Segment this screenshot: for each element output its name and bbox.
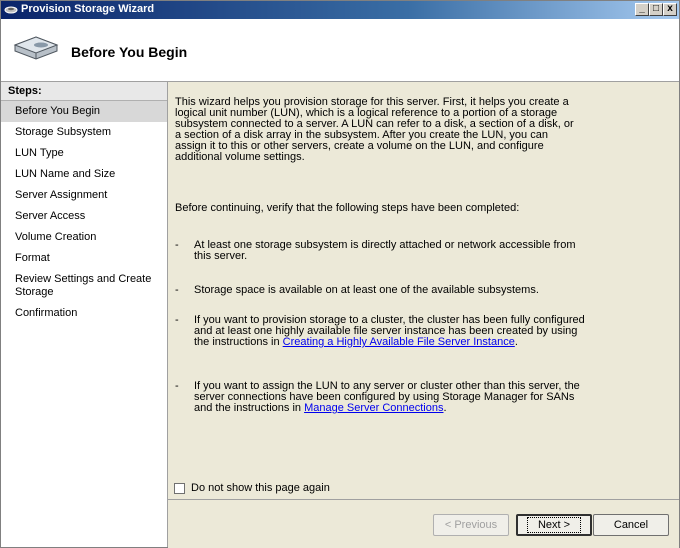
step-format[interactable]: Format [1,248,167,269]
window-title: Provision Storage Wizard [21,3,155,15]
step-confirmation[interactable]: Confirmation [1,303,167,324]
prerequisite-text: If you want to provision storage to a cl… [194,315,585,348]
manage-server-connections-link[interactable]: Manage Server Connections [304,402,443,414]
dont-show-again-label[interactable]: Do not show this page again [191,482,330,494]
previous-button[interactable]: < Previous [433,514,509,536]
prerequisite-item: - If you want to assign the LUN to any s… [175,381,585,414]
step-lun-type[interactable]: LUN Type [1,143,167,164]
step-label-line2: Storage [15,286,54,298]
step-label: LUN Type [15,147,64,159]
prerequisite-text: At least one storage subsystem is direct… [194,239,576,262]
wizard-footer: < Previous Next > Cancel [168,499,679,548]
bullet-dash: - [175,239,179,251]
close-button[interactable]: x [663,3,677,16]
steps-panel: Steps: Before You Begin Storage Subsyste… [1,82,168,547]
prerequisite-text: Storage space is available on at least o… [194,284,539,296]
minimize-button[interactable]: _ [635,3,649,16]
cancel-button[interactable]: Cancel [593,514,669,536]
step-before-you-begin[interactable]: Before You Begin [1,101,167,122]
dont-show-again-checkbox[interactable] [174,482,185,494]
step-server-assignment[interactable]: Server Assignment [1,185,167,206]
creating-ha-file-server-link[interactable]: Creating a Highly Available File Server … [283,336,515,348]
bullet-dash: - [175,284,179,296]
step-server-access[interactable]: Server Access [1,206,167,227]
prerequisite-item: - Storage space is available on at least… [175,285,585,296]
step-review-settings[interactable]: Review Settings and Create Storage [1,269,167,303]
step-label: Server Access [15,210,86,222]
content-panel: This wizard helps you provision storage … [168,82,679,498]
bullet-dash: - [175,314,179,326]
title-bar[interactable]: Provision Storage Wizard _ □ x [1,1,679,19]
step-label: Volume Creation [15,231,97,243]
dont-show-again-row[interactable]: Do not show this page again [174,482,330,494]
intro-text: This wizard helps you provision storage … [175,96,574,163]
next-button-label: Next > [526,517,582,533]
period: . [443,402,447,414]
step-lun-name-and-size[interactable]: LUN Name and Size [1,164,167,185]
period: . [514,336,518,348]
step-label: Storage Subsystem [15,126,111,138]
step-label: Confirmation [15,307,78,319]
step-label: Review Settings and Create [15,273,152,285]
steps-label: Steps: [1,82,167,101]
step-label: Format [15,252,50,264]
storage-app-icon [4,6,18,14]
step-volume-creation[interactable]: Volume Creation [1,227,167,248]
wizard-window: Provision Storage Wizard _ □ x Before Yo… [0,0,680,548]
maximize-button[interactable]: □ [649,3,663,16]
verify-text: Before continuing, verify that the follo… [175,202,520,214]
wizard-header: Before You Begin [1,19,679,82]
step-storage-subsystem[interactable]: Storage Subsystem [1,122,167,143]
page-title: Before You Begin [71,44,188,60]
next-button[interactable]: Next > [516,514,592,536]
step-label: Server Assignment [15,189,108,201]
previous-button-label: < Previous [444,519,498,531]
window-controls: _ □ x [635,3,677,16]
bullet-dash: - [175,380,179,392]
prerequisite-item: - At least one storage subsystem is dire… [175,240,585,262]
step-label: Before You Begin [15,105,101,117]
prerequisite-item: - If you want to provision storage to a … [175,315,585,348]
prerequisite-text: If you want to assign the LUN to any ser… [194,381,585,414]
storage-drive-icon [13,36,59,60]
step-label: LUN Name and Size [15,168,116,180]
cancel-button-label: Cancel [613,519,649,531]
